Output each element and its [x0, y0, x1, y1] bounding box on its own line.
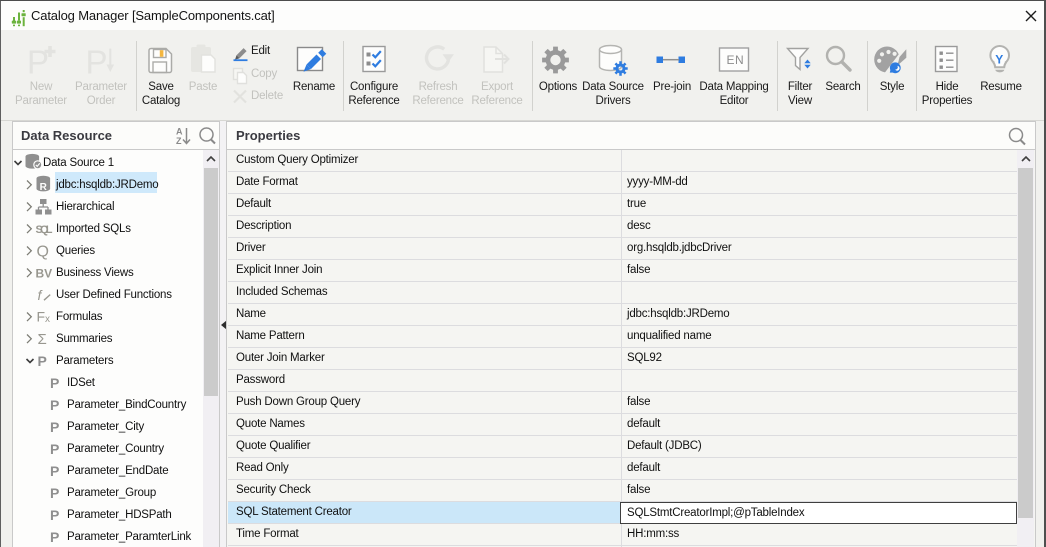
svg-text:BV: BV	[35, 267, 52, 281]
svg-text:R: R	[39, 182, 47, 193]
svg-text:x: x	[45, 314, 50, 325]
svg-text:P: P	[50, 375, 59, 391]
svg-text:P: P	[50, 485, 59, 501]
svg-text:Σ: Σ	[37, 331, 46, 348]
svg-text:P: P	[50, 397, 59, 413]
svg-text:P: P	[50, 529, 59, 545]
svg-text:EN: EN	[727, 53, 745, 67]
svg-text:Y: Y	[995, 53, 1003, 67]
svg-text:P: P	[50, 441, 59, 457]
svg-text:P: P	[86, 44, 108, 81]
svg-text:P: P	[37, 353, 46, 369]
svg-text:F: F	[36, 309, 45, 325]
svg-text:f: f	[37, 287, 43, 303]
svg-text:P: P	[50, 419, 59, 435]
svg-text:SQL: SQL	[35, 224, 52, 236]
svg-text:P: P	[50, 463, 59, 479]
svg-text:P: P	[50, 507, 59, 523]
svg-text:Q: Q	[36, 244, 48, 261]
svg-text:P: P	[27, 44, 49, 81]
